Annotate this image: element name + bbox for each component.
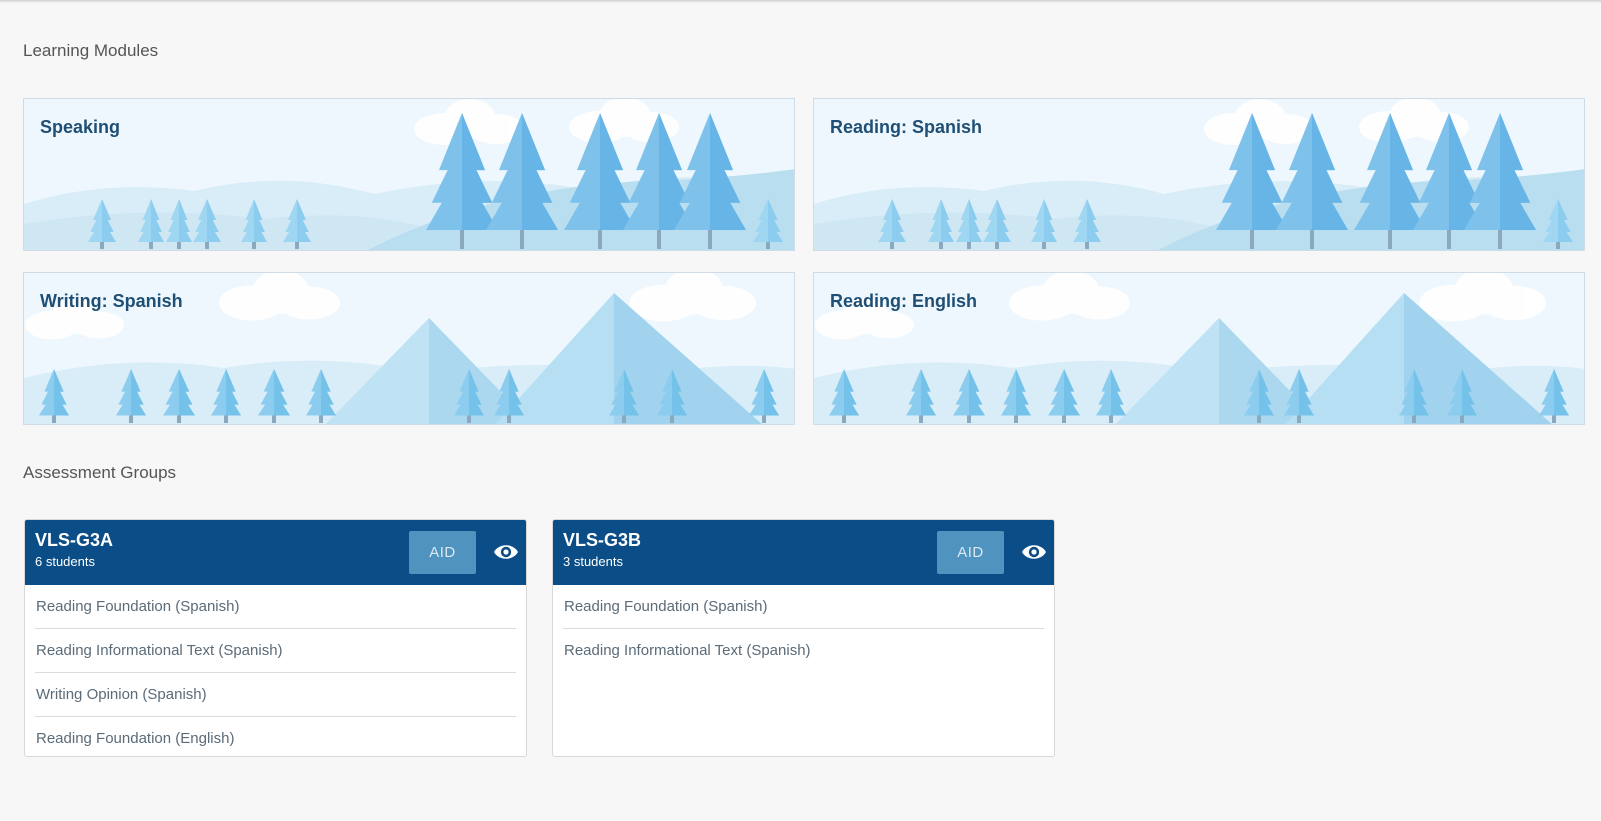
module-title: Reading: English: [830, 291, 978, 311]
module-card-reading-spanish[interactable]: Reading: Spanish: [813, 98, 1585, 251]
assessment-group-card: VLS-G3B 3 students AID Reading Foundatio…: [552, 519, 1055, 757]
student-count: 6 students: [35, 554, 95, 569]
learning-modules-heading: Learning Modules: [23, 41, 159, 60]
module-title: Speaking: [40, 117, 121, 137]
module-card-writing-spanish[interactable]: Writing: Spanish: [23, 272, 795, 425]
aid-button[interactable]: AID: [937, 531, 1004, 574]
assessment-groups-heading: Assessment Groups: [23, 463, 177, 482]
group-name: VLS-G3A: [35, 530, 114, 550]
module-card-reading-english[interactable]: Reading: English: [813, 272, 1585, 425]
group-header: VLS-G3A 6 students AID: [25, 520, 526, 585]
list-item[interactable]: Reading Foundation (English): [35, 717, 516, 756]
eye-icon[interactable]: [1021, 541, 1047, 563]
list-item[interactable]: Reading Informational Text (Spanish): [35, 629, 516, 673]
assessment-list: Reading Foundation (Spanish) Reading Inf…: [553, 585, 1054, 672]
assessment-group-card: VLS-G3A 6 students AID Reading Foundatio…: [24, 519, 527, 757]
assessment-list: Reading Foundation (Spanish) Reading Inf…: [25, 585, 526, 756]
list-item[interactable]: Writing Opinion (Spanish): [35, 673, 516, 717]
eye-icon[interactable]: [493, 541, 519, 563]
group-header: VLS-G3B 3 students AID: [553, 520, 1054, 585]
group-name: VLS-G3B: [563, 530, 642, 550]
student-count: 3 students: [563, 554, 623, 569]
module-title: Writing: Spanish: [40, 291, 183, 311]
list-item[interactable]: Reading Foundation (Spanish): [563, 585, 1044, 629]
list-item[interactable]: Reading Informational Text (Spanish): [563, 629, 1044, 672]
aid-button[interactable]: AID: [409, 531, 476, 574]
list-item[interactable]: Reading Foundation (Spanish): [35, 585, 516, 629]
module-title: Reading: Spanish: [830, 117, 983, 137]
module-card-speaking[interactable]: Speaking: [23, 98, 795, 251]
top-shadow: [0, 0, 1601, 3]
